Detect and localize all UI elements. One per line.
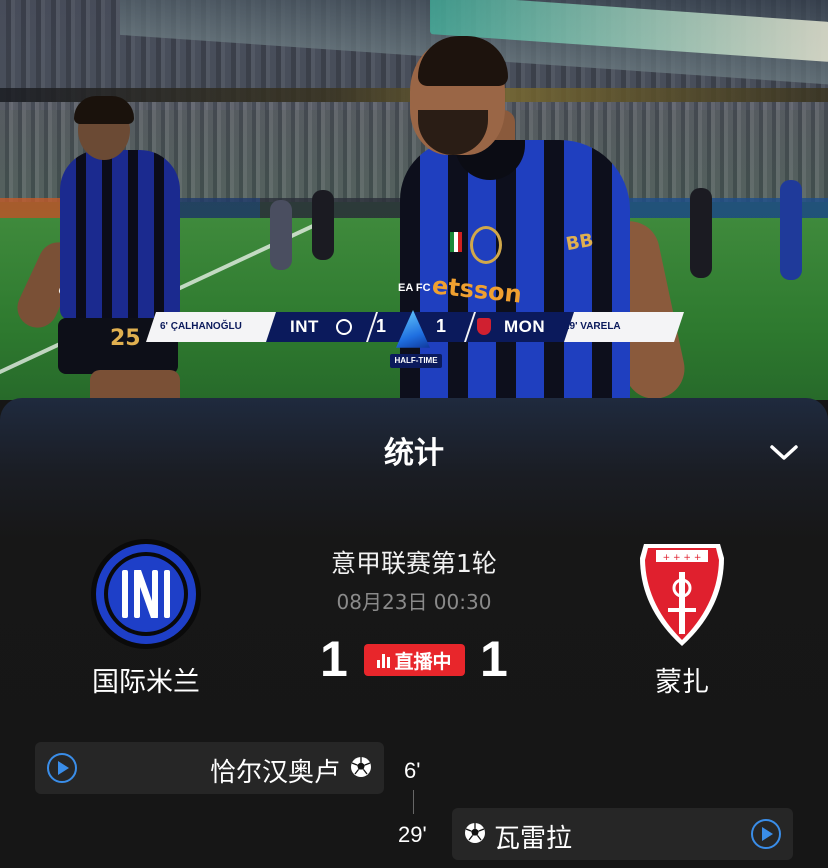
away-score: 1 [480,631,508,687]
background-person [270,200,292,270]
scorebug-home-scorer: 6' ÇALHANOĞLU [160,321,242,332]
timeline-connector [413,790,414,814]
italy-flag-patch [450,232,462,252]
away-team-name: 蒙扎 [655,667,709,698]
inter-badge-on-shirt [470,226,502,264]
soccer-ball-icon [465,823,485,843]
play-icon[interactable] [47,753,77,783]
player-left-hair [74,96,134,124]
play-icon[interactable] [751,819,781,849]
player-left-shirt-number: 25 [110,326,141,351]
home-score: 1 [320,631,348,687]
goal-scorer: 恰尔汉奥卢 [209,758,340,788]
goal-event-away[interactable]: 瓦雷拉 [452,808,793,860]
home-team-name: 国际米兰 [92,667,200,698]
player-left-shirt [60,150,180,320]
svg-text:+ + + +: + + + + [663,553,702,563]
background-person [690,188,712,278]
monza-crest-icon [477,318,491,335]
scorebug-away-score: 1 [436,316,447,336]
inter-crest-icon [90,538,202,650]
goal-event-home[interactable]: 恰尔汉奥卢 [35,742,384,794]
home-team[interactable]: 国际米兰 [66,538,226,699]
broadcaster-logo: EA FC [398,282,431,294]
away-team[interactable]: + + + + 蒙扎 [602,538,762,699]
video-player[interactable]: 25 etsson BB EA FC 6' ÇALHANOĞLU INT 1 1… [0,0,828,400]
scorebug-period: HALF-TIME [394,356,438,365]
live-badge: 直播中 [364,644,465,676]
scorebug: 6' ÇALHANOĞLU INT 1 1 MON 29' VARELA HAL… [146,310,684,370]
scorebug-home-score: 1 [376,316,387,336]
score-row: 1 直播中 1 [264,630,564,687]
goal-minute: 6' [404,758,421,783]
match-info: 意甲联赛第1轮 08月23日 00:30 [264,544,564,615]
monza-crest-icon: + + + + [626,538,738,650]
live-label: 直播中 [394,650,452,673]
goal-minute: 29' [398,822,427,847]
collapse-button[interactable] [766,438,802,466]
chevron-down-icon [770,445,798,460]
live-bars-icon [377,652,391,668]
scorebug-away-abbr: MON [504,317,546,336]
goal-scorer: 瓦雷拉 [494,824,573,854]
player-left-leg [90,370,180,400]
panel-title: 统计 [384,436,444,471]
match-datetime: 08月23日 00:30 [336,590,492,614]
stats-panel: 统计 国际米兰 意甲联赛第1轮 08月23日 00:30 1 直播中 1 + +… [0,398,828,868]
league-round: 意甲联赛第1轮 [331,549,497,578]
soccer-ball-icon [351,757,371,777]
inter-crest-icon [336,319,352,335]
scorebug-home-team-bg [266,312,376,342]
background-person [312,190,334,260]
scorebug-away-scorer: 29' VARELA [564,321,621,332]
background-person [780,180,802,280]
scorebug-period-box: HALF-TIME [390,354,442,368]
scorebug-home-abbr: INT [290,317,319,336]
